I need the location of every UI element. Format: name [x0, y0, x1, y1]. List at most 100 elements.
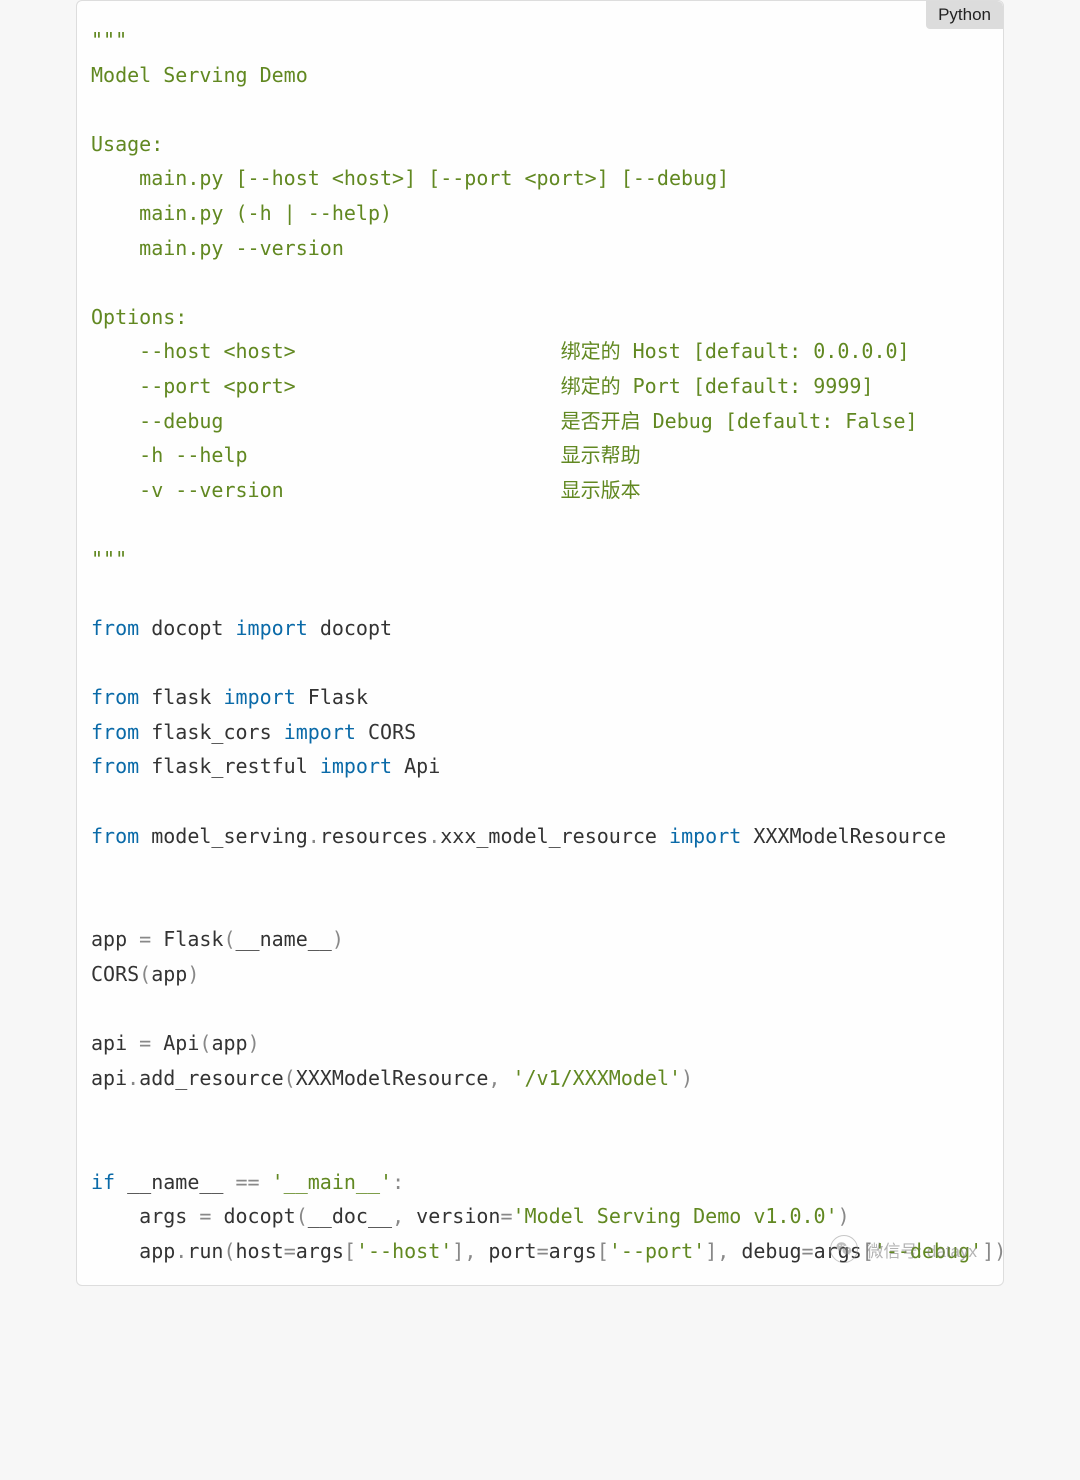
- string: '--port': [609, 1239, 705, 1263]
- import-name: Api: [404, 754, 440, 778]
- dunder: __name__: [127, 1170, 223, 1194]
- module: flask_restful: [151, 754, 308, 778]
- identifier: CORS: [91, 962, 139, 986]
- kw-from: from: [91, 824, 139, 848]
- docstring-title: Model Serving Demo: [91, 63, 308, 87]
- option-line: --debug 是否开启 Debug [default: False]: [91, 409, 918, 433]
- docstring-options-header: Options:: [91, 305, 187, 329]
- dot: .: [127, 1066, 139, 1090]
- code-block: Python """ Model Serving Demo Usage: mai…: [76, 0, 1004, 1286]
- language-badge: Python: [926, 1, 1003, 29]
- eqeq: ==: [223, 1170, 271, 1194]
- bracket: [: [344, 1239, 356, 1263]
- bracket: ]: [705, 1239, 717, 1263]
- docstring-usage-header: Usage:: [91, 132, 163, 156]
- module: resources: [320, 824, 428, 848]
- kw-import: import: [223, 685, 295, 709]
- identifier: args: [91, 1204, 199, 1228]
- string: '--host': [356, 1239, 452, 1263]
- dunder: __doc__: [308, 1204, 392, 1228]
- comma: ,: [488, 1066, 512, 1090]
- paren: (: [223, 927, 235, 951]
- kwarg: debug: [741, 1239, 801, 1263]
- kw-from: from: [91, 754, 139, 778]
- identifier: XXXModelResource: [296, 1066, 489, 1090]
- docstring-open: """: [91, 28, 127, 52]
- usage-line: main.py --version: [91, 236, 344, 260]
- bracket: [: [862, 1239, 874, 1263]
- kw-import: import: [320, 754, 392, 778]
- paren: (: [199, 1031, 211, 1055]
- identifier: app: [211, 1031, 247, 1055]
- eq: =: [284, 1239, 296, 1263]
- code-content: """ Model Serving Demo Usage: main.py [-…: [77, 1, 1003, 1282]
- identifier: app: [91, 927, 139, 951]
- identifier: Api: [151, 1031, 199, 1055]
- paren: ): [681, 1066, 693, 1090]
- string: 'Model Serving Demo v1.0.0': [513, 1204, 838, 1228]
- paren: ): [248, 1031, 260, 1055]
- bracket: ]: [982, 1239, 994, 1263]
- identifier: app: [151, 962, 187, 986]
- option-line: --host <host> 绑定的 Host [default: 0.0.0.0…: [91, 339, 910, 363]
- usage-line: main.py (-h | --help): [91, 201, 392, 225]
- kw-if: if: [91, 1170, 115, 1194]
- import-name: XXXModelResource: [753, 824, 946, 848]
- paren: (: [296, 1204, 308, 1228]
- docstring-close: """: [91, 547, 127, 571]
- dot: .: [175, 1239, 187, 1263]
- module: flask_cors: [151, 720, 271, 744]
- kw-from: from: [91, 720, 139, 744]
- comma: ,: [464, 1239, 488, 1263]
- identifier: api: [91, 1066, 127, 1090]
- dunder: __name__: [236, 927, 332, 951]
- identifier: args: [814, 1239, 862, 1263]
- kw-import: import: [284, 720, 356, 744]
- kwarg: host: [236, 1239, 284, 1263]
- import-name: docopt: [320, 616, 392, 640]
- identifier: add_resource: [139, 1066, 284, 1090]
- import-name: CORS: [368, 720, 416, 744]
- module: flask: [151, 685, 211, 709]
- identifier: app: [91, 1239, 175, 1263]
- option-line: -v --version 显示版本: [91, 478, 641, 502]
- kw-from: from: [91, 685, 139, 709]
- string: '/v1/XXXModel': [512, 1066, 681, 1090]
- module: docopt: [151, 616, 223, 640]
- option-line: --port <port> 绑定的 Port [default: 9999]: [91, 374, 873, 398]
- identifier: args: [296, 1239, 344, 1263]
- dot: .: [308, 824, 320, 848]
- kw-from: from: [91, 616, 139, 640]
- module: model_serving: [151, 824, 308, 848]
- comma: ,: [392, 1204, 416, 1228]
- eq: =: [802, 1239, 814, 1263]
- bracket: ]: [452, 1239, 464, 1263]
- option-line: -h --help 显示帮助: [91, 443, 641, 467]
- eq: =: [500, 1204, 512, 1228]
- paren: (: [284, 1066, 296, 1090]
- kwarg: port: [488, 1239, 536, 1263]
- identifier: Flask: [151, 927, 223, 951]
- bracket: [: [597, 1239, 609, 1263]
- paren: ): [994, 1239, 1004, 1263]
- identifier: args: [549, 1239, 597, 1263]
- identifier: api: [91, 1031, 139, 1055]
- import-name: Flask: [308, 685, 368, 709]
- paren: ): [332, 927, 344, 951]
- dot: .: [428, 824, 440, 848]
- string: '--debug': [874, 1239, 982, 1263]
- eq: =: [139, 1031, 151, 1055]
- kw-import: import: [236, 616, 308, 640]
- identifier: run: [187, 1239, 223, 1263]
- paren: ): [187, 962, 199, 986]
- module: xxx_model_resource: [440, 824, 657, 848]
- kwarg: version: [416, 1204, 500, 1228]
- eq: =: [139, 927, 151, 951]
- kw-import: import: [669, 824, 741, 848]
- paren: (: [139, 962, 151, 986]
- comma: ,: [717, 1239, 741, 1263]
- paren: (: [223, 1239, 235, 1263]
- eq: =: [537, 1239, 549, 1263]
- usage-line: main.py [--host <host>] [--port <port>] …: [91, 166, 729, 190]
- eq: =: [199, 1204, 211, 1228]
